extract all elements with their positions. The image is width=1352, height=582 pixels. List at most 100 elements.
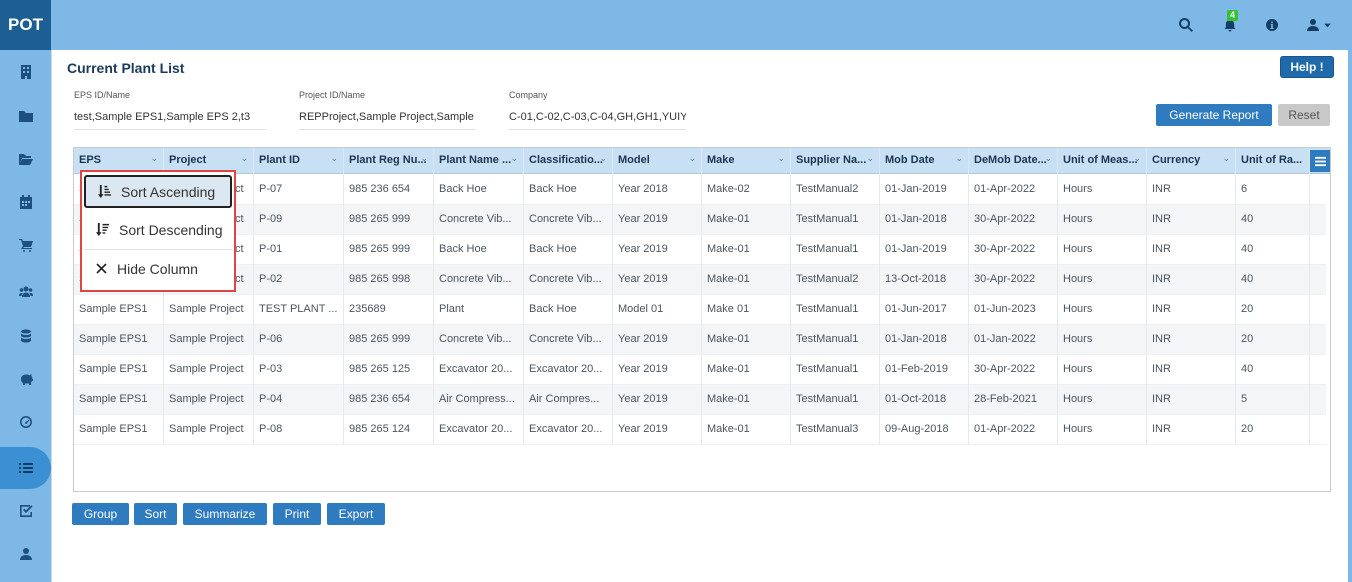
column-header[interactable]: Make ⌄ (702, 148, 791, 174)
table-cell: Air Compress... (434, 385, 524, 415)
chevron-down-icon[interactable]: ⌄ (330, 153, 338, 164)
column-header[interactable]: Plant Name ... ⌄ (434, 148, 524, 174)
table-cell: 985 265 998 (344, 265, 434, 295)
sidebar-item-building[interactable] (0, 51, 51, 93)
chevron-down-icon[interactable]: ⌄ (955, 153, 963, 164)
sidebar-item-folder[interactable] (0, 95, 51, 137)
table-cell: Hours (1058, 235, 1147, 265)
table-cell: Sample Project (164, 385, 254, 415)
group-button[interactable]: Group (72, 503, 129, 525)
users-icon (18, 286, 33, 297)
column-header-label: Project (169, 154, 207, 166)
generate-report-button[interactable]: Generate Report (1156, 104, 1272, 126)
chevron-down-icon[interactable]: ⌄ (866, 153, 874, 164)
table-cell: Concrete Vib... (524, 265, 613, 295)
table-cell: 40 (1236, 355, 1310, 385)
table-row[interactable]: Sample EPS1Sample ProjectP-09985 265 999… (74, 205, 1326, 235)
table-row[interactable]: Sample EPS1 Sample Project P-06 985 265 999… (74, 325, 1326, 355)
sidebar-item-calendar[interactable] (0, 181, 51, 223)
chevron-down-icon[interactable]: ⌄ (1222, 153, 1230, 164)
table-row[interactable]: Sample EPS1 Sample Project TEST PLANT ... 2… (74, 295, 1326, 325)
column-header[interactable]: Plant Reg Nu... ⌄ (344, 148, 434, 174)
info-button[interactable] (1262, 15, 1282, 35)
table-cell: TestManual3 (791, 415, 880, 445)
table-cell: Back Hoe (524, 295, 613, 325)
column-header[interactable]: Supplier Na... ⌄ (791, 148, 880, 174)
chevron-down-icon[interactable]: ⌄ (240, 153, 248, 164)
table-row[interactable]: Sample EPS1Sample ProjectP-01985 265 999… (74, 235, 1326, 265)
column-header[interactable]: DeMob Date... ⌄ (969, 148, 1058, 174)
sidebar-item-folder-open[interactable] (0, 138, 51, 180)
table-row[interactable]: Sample EPS1 Sample Project P-03 985 265 125… (74, 355, 1326, 385)
table-row[interactable]: Sample EPS1 Sample Project P-08 985 265 124… (74, 415, 1326, 445)
table-cell: 01-Jan-2018 (880, 205, 969, 235)
company-filter-label: Company (509, 90, 548, 100)
column-context-menu: Sort Ascending Sort Descending Hide Colu… (80, 170, 236, 292)
table-cell: Concrete Vib... (524, 325, 613, 355)
chevron-down-icon[interactable]: ⌄ (420, 153, 428, 164)
column-header[interactable]: Unit of Meas... ⌄ (1058, 148, 1147, 174)
summarize-button[interactable]: Summarize (183, 503, 267, 525)
chevron-down-icon[interactable]: ⌄ (777, 153, 785, 164)
column-header[interactable]: Mob Date ⌄ (880, 148, 969, 174)
table-cell: 01-Apr-2022 (969, 175, 1058, 205)
reset-button[interactable]: Reset (1278, 104, 1330, 126)
table-cell: Concrete Vib... (434, 205, 524, 235)
help-button[interactable]: Help ! (1280, 56, 1334, 78)
table-cell: Year 2019 (613, 325, 702, 355)
chevron-down-icon[interactable]: ⌄ (599, 153, 607, 164)
sidebar-item-tasks[interactable] (0, 490, 51, 532)
chevron-down-icon[interactable]: ⌄ (510, 153, 518, 164)
table-cell: Year 2019 (613, 415, 702, 445)
table-cell: Back Hoe (434, 175, 524, 205)
column-header[interactable]: Currency ⌄ (1147, 148, 1236, 174)
column-header-label: Mob Date (885, 154, 935, 166)
table-cell: TestManual1 (791, 355, 880, 385)
sort-button[interactable]: Sort (134, 503, 177, 525)
sidebar-item-cart[interactable] (0, 224, 51, 266)
column-header[interactable]: Unit of Ra... (1236, 148, 1310, 174)
sidebar-item-list[interactable] (0, 447, 51, 489)
export-button[interactable]: Export (327, 503, 385, 525)
chevron-down-icon[interactable]: ⌄ (1044, 153, 1052, 164)
table-cell: TestManual1 (791, 205, 880, 235)
table-cell: TestManual2 (791, 265, 880, 295)
hide-column-menu-item[interactable]: Hide Column (84, 252, 232, 285)
eps-filter-field[interactable]: test,Sample EPS1,Sample EPS 2,t3 (74, 108, 266, 130)
info-icon (1266, 19, 1279, 31)
table-cell: P-06 (254, 325, 344, 355)
sidebar-item-users[interactable] (0, 271, 51, 313)
table-cell: 30-Apr-2022 (969, 355, 1058, 385)
sort-descending-menu-item[interactable]: Sort Descending (84, 213, 232, 246)
table-row[interactable]: Sample EPS1Sample ProjectP-07985 236 654… (74, 175, 1326, 205)
sidebar-item-profile[interactable] (0, 533, 51, 575)
column-header[interactable]: Classificatio... ⌄ (524, 148, 613, 174)
project-filter-field[interactable]: REPProject,Sample Project,Sample (299, 108, 475, 130)
company-filter-field[interactable]: C-01,C-02,C-03,C-04,GH,GH1,YUIYUI (509, 108, 686, 130)
column-header[interactable]: Plant ID ⌄ (254, 148, 344, 174)
chevron-down-icon[interactable]: ⌄ (688, 153, 696, 164)
chevron-down-icon[interactable]: ⌄ (1133, 153, 1141, 164)
table-cell: Plant (434, 295, 524, 325)
sidebar-item-dashboard[interactable] (0, 401, 51, 443)
grid-header: EPS ⌄ Project ⌄ Plant ID ⌄ Plant Reg Nu... ⌄ Pla… (74, 148, 1330, 174)
print-button[interactable]: Print (273, 503, 321, 525)
table-row[interactable]: Sample EPS1 Sample Project P-04 985 236 654… (74, 385, 1326, 415)
user-menu-button[interactable] (1302, 15, 1336, 35)
column-chooser-button[interactable] (1310, 150, 1330, 172)
column-header-label: Unit of Ra... (1241, 154, 1303, 166)
piggy-bank-icon (20, 374, 33, 385)
sidebar-item-database[interactable] (0, 315, 51, 357)
chevron-down-icon[interactable]: ⌄ (150, 153, 158, 164)
column-header[interactable]: Model ⌄ (613, 148, 702, 174)
table-row[interactable]: Sample EPS1Sample ProjectP-02985 265 998… (74, 265, 1326, 295)
table-cell: 01-Jan-2022 (969, 325, 1058, 355)
table-cell: Sample EPS1 (74, 295, 164, 325)
sidebar-item-piggy-bank[interactable] (0, 358, 51, 400)
app-logo[interactable]: POT (0, 0, 51, 50)
search-button[interactable] (1176, 15, 1196, 35)
table-cell: 13-Oct-2018 (880, 265, 969, 295)
sort-ascending-menu-item[interactable]: Sort Ascending (84, 175, 232, 208)
table-cell: Year 2018 (613, 175, 702, 205)
menu-icon (1314, 156, 1326, 166)
